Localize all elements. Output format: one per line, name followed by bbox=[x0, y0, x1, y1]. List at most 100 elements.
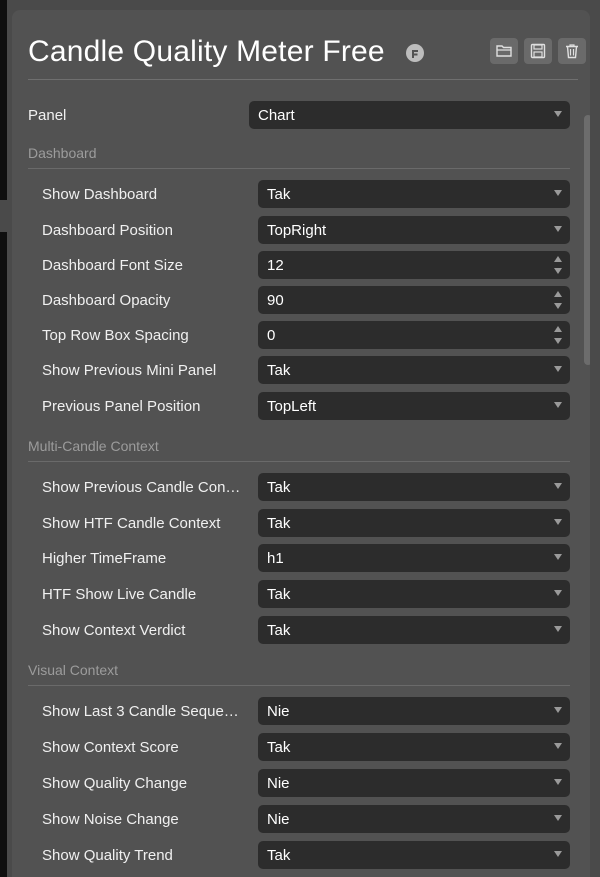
setting-value: Nie bbox=[267, 775, 290, 792]
panel-title: Candle Quality Meter Free bbox=[28, 35, 385, 68]
setting-select[interactable]: Tak bbox=[258, 580, 570, 608]
setting-select[interactable]: Tak bbox=[258, 841, 570, 869]
setting-label: Dashboard Position bbox=[42, 222, 173, 239]
panel-select[interactable]: Chart bbox=[249, 101, 570, 129]
setting-row: Show Quality Change Nie bbox=[28, 768, 570, 798]
setting-value: h1 bbox=[267, 550, 284, 567]
setting-value: Tak bbox=[267, 186, 291, 203]
save-button[interactable] bbox=[524, 38, 552, 64]
setting-row: Dashboard Font Size 12 bbox=[28, 250, 570, 280]
setting-row: Show Dashboard Tak bbox=[28, 179, 570, 209]
chevron-down-icon bbox=[554, 779, 562, 785]
section-divider bbox=[28, 685, 570, 686]
chevron-down-icon bbox=[554, 519, 562, 525]
chevron-down-icon bbox=[554, 402, 562, 408]
setting-row: Show Noise Change Nie bbox=[28, 804, 570, 834]
setting-value: Tak bbox=[267, 586, 291, 603]
setting-label: Dashboard Font Size bbox=[42, 257, 183, 274]
setting-value: Tak bbox=[267, 739, 291, 756]
setting-row: Show Context Score Tak bbox=[28, 732, 570, 762]
section-header-visual-context: Visual Context bbox=[28, 662, 570, 688]
setting-number-input[interactable]: 12 bbox=[258, 251, 570, 279]
setting-value: Tak bbox=[267, 362, 291, 379]
setting-row: Show Last 3 Candle Seque… Nie bbox=[28, 696, 570, 726]
setting-value: Tak bbox=[267, 622, 291, 639]
trash-icon bbox=[566, 44, 578, 59]
setting-select[interactable]: Nie bbox=[258, 805, 570, 833]
scrollbar-thumb[interactable] bbox=[584, 115, 590, 365]
background-block bbox=[0, 0, 7, 200]
spinner-arrows-icon[interactable] bbox=[554, 291, 563, 309]
setting-select[interactable]: Tak bbox=[258, 733, 570, 761]
panel-header: Candle Quality Meter Free bbox=[28, 35, 586, 75]
setting-label: Show Context Verdict bbox=[42, 622, 186, 639]
setting-select[interactable]: TopRight bbox=[258, 216, 570, 244]
setting-row: Previous Panel Position TopLeft bbox=[28, 391, 570, 421]
section-divider bbox=[28, 461, 570, 462]
setting-number-input[interactable]: 90 bbox=[258, 286, 570, 314]
delete-button[interactable] bbox=[558, 38, 586, 64]
section-divider bbox=[28, 168, 570, 169]
spinner-arrows-icon[interactable] bbox=[554, 256, 563, 274]
setting-number-input[interactable]: 0 bbox=[258, 321, 570, 349]
background-block bbox=[0, 232, 7, 877]
chevron-down-icon bbox=[554, 815, 562, 821]
setting-label: Show Previous Candle Con… bbox=[42, 479, 241, 496]
open-button[interactable] bbox=[490, 38, 518, 64]
chevron-down-icon bbox=[554, 590, 562, 596]
setting-value: Tak bbox=[267, 847, 291, 864]
panel-label: Panel bbox=[28, 107, 67, 124]
setting-label: Higher TimeFrame bbox=[42, 550, 167, 567]
open-folder-icon bbox=[496, 45, 512, 57]
setting-label: Dashboard Opacity bbox=[42, 292, 171, 309]
setting-select[interactable]: Nie bbox=[258, 697, 570, 725]
setting-select[interactable]: Tak bbox=[258, 509, 570, 537]
setting-value: TopRight bbox=[267, 222, 327, 239]
setting-value: 12 bbox=[267, 257, 284, 274]
setting-value: 90 bbox=[267, 292, 284, 309]
setting-value: TopLeft bbox=[267, 398, 317, 415]
settings-panel: Candle Quality Meter Free Panel Chart Da… bbox=[12, 10, 590, 877]
setting-select[interactable]: Tak bbox=[258, 180, 570, 208]
panel-value: Chart bbox=[258, 107, 295, 124]
setting-row: Show Quality Trend Tak bbox=[28, 840, 570, 870]
setting-select[interactable]: Tak bbox=[258, 616, 570, 644]
chevron-down-icon bbox=[554, 483, 562, 489]
panel-row: Panel Chart bbox=[28, 100, 570, 130]
setting-label: Show Dashboard bbox=[42, 186, 158, 203]
setting-row: Show Previous Candle Con… Tak bbox=[28, 472, 570, 502]
setting-label: Show Noise Change bbox=[42, 811, 179, 828]
chevron-down-icon bbox=[554, 554, 562, 560]
setting-select[interactable]: Tak bbox=[258, 356, 570, 384]
setting-select[interactable]: TopLeft bbox=[258, 392, 570, 420]
setting-value: Nie bbox=[267, 703, 290, 720]
section-title: Dashboard bbox=[28, 145, 97, 161]
setting-label: Show Previous Mini Panel bbox=[42, 362, 217, 379]
setting-label: Show HTF Candle Context bbox=[42, 515, 221, 532]
setting-label: Show Quality Change bbox=[42, 775, 188, 792]
setting-row: Higher TimeFrame h1 bbox=[28, 543, 570, 573]
save-icon bbox=[530, 43, 546, 59]
setting-row: Show Previous Mini Panel Tak bbox=[28, 355, 570, 385]
setting-row: Dashboard Opacity 90 bbox=[28, 285, 570, 315]
chevron-down-icon bbox=[554, 226, 562, 232]
chevron-down-icon bbox=[554, 190, 562, 196]
scrollbar[interactable] bbox=[584, 115, 590, 875]
section-title: Visual Context bbox=[28, 662, 119, 678]
setting-label: HTF Show Live Candle bbox=[42, 586, 197, 603]
setting-select[interactable]: Nie bbox=[258, 769, 570, 797]
setting-label: Show Context Score bbox=[42, 739, 179, 756]
section-header-dashboard: Dashboard bbox=[28, 145, 570, 171]
setting-value: Tak bbox=[267, 515, 291, 532]
setting-row: Show Context Verdict Tak bbox=[28, 615, 570, 645]
cloud-icon[interactable] bbox=[404, 42, 426, 64]
setting-select[interactable]: h1 bbox=[258, 544, 570, 572]
setting-select[interactable]: Tak bbox=[258, 473, 570, 501]
setting-label: Show Last 3 Candle Seque… bbox=[42, 703, 239, 720]
header-divider bbox=[28, 79, 578, 80]
spinner-arrows-icon[interactable] bbox=[554, 326, 563, 344]
section-header-multi-candle-context: Multi-Candle Context bbox=[28, 438, 570, 464]
chevron-down-icon bbox=[554, 366, 562, 372]
chevron-down-icon bbox=[554, 707, 562, 713]
chevron-down-icon bbox=[554, 851, 562, 857]
